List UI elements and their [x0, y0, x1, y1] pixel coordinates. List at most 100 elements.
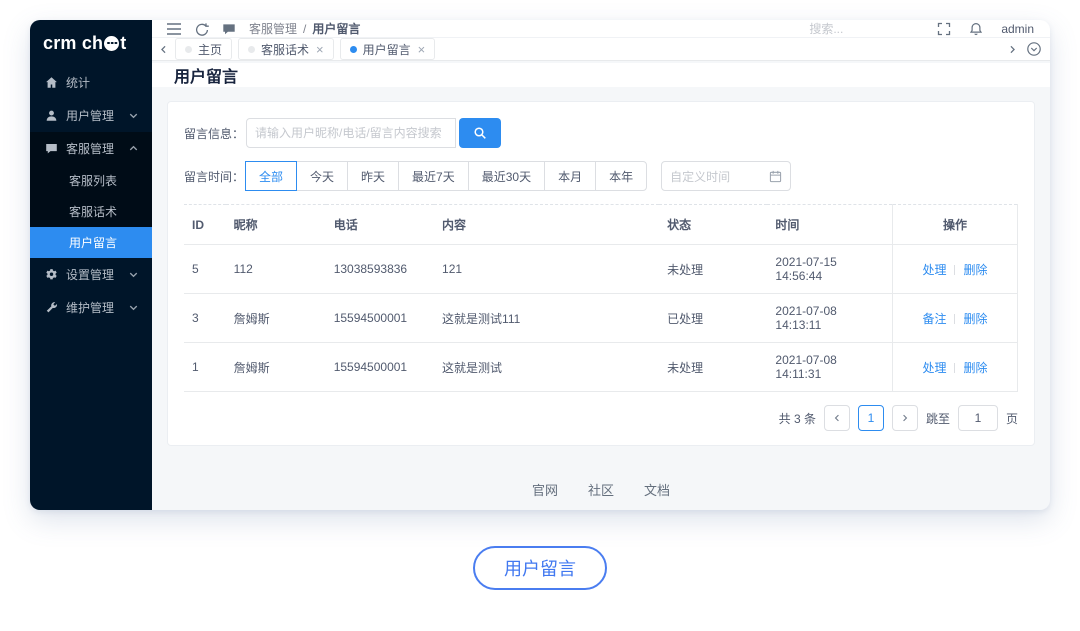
user-menu[interactable]: admin — [1001, 22, 1034, 36]
tab-dot — [349, 45, 357, 53]
chevron-down-icon — [129, 305, 138, 311]
copyright-text: Copyright © 2020 西安众邦网络科技有限公司 | CRM-CHAT… — [167, 508, 1035, 510]
sidebar-item-maintenance[interactable]: 维护管理 — [30, 291, 152, 324]
prev-page-button[interactable] — [823, 405, 850, 431]
col-id: ID — [184, 204, 226, 245]
cell-nickname: 詹姆斯 — [225, 342, 326, 392]
message-search-input[interactable] — [246, 118, 456, 148]
sidebar-item-service-list[interactable]: 客服列表 — [30, 165, 152, 196]
jump-page-input[interactable] — [957, 405, 998, 431]
bell-icon[interactable] — [969, 22, 983, 36]
time-filter-button[interactable]: 本月 — [544, 161, 597, 191]
sidebar-item-service-scripts[interactable]: 客服话术 — [30, 196, 152, 227]
close-icon[interactable]: × — [418, 43, 426, 56]
tab-user-messages[interactable]: 用户留言 × — [339, 38, 436, 60]
cell-status: 未处理 — [659, 342, 768, 392]
breadcrumb-parent[interactable]: 客服管理 — [249, 20, 297, 37]
page-number-button[interactable]: 1 — [857, 405, 884, 431]
tags-bar-right — [1007, 41, 1042, 57]
tab-label: 客服话术 — [261, 42, 310, 57]
wrench-icon — [46, 302, 57, 313]
sidebar-item-label: 设置管理 — [66, 268, 115, 282]
message-filter-row: 留言信息： — [184, 118, 1018, 148]
chat-bubble-icon — [104, 35, 120, 51]
tab-dot — [185, 45, 192, 53]
time-filter-button[interactable]: 最近30天 — [467, 161, 546, 191]
screenshot-stage: crm ch t 统计 用户管理 客服管理 客服列表 客服话术 用户留言 设置管… — [0, 0, 1080, 631]
col-nickname: 昵称 — [225, 204, 326, 245]
cell-status: 已处理 — [659, 293, 768, 343]
cell-id: 1 — [184, 342, 226, 392]
footer-link[interactable]: 官网 — [532, 483, 558, 498]
tags-scroll-right-icon[interactable] — [1007, 44, 1018, 55]
cell-id: 5 — [184, 244, 226, 294]
messages-table: ID 昵称 电话 内容 状态 时间 操作 5 112 13038593836 1… — [184, 204, 1019, 392]
user-icon — [46, 110, 57, 121]
cell-time: 2021-07-08 14:11:31 — [767, 342, 893, 392]
time-filter-button[interactable]: 今天 — [296, 161, 349, 191]
sidebar: crm ch t 统计 用户管理 客服管理 客服列表 客服话术 用户留言 设置管… — [30, 20, 152, 510]
global-search-input[interactable] — [809, 21, 920, 36]
tags-options-icon[interactable] — [1026, 41, 1042, 57]
tab-service-scripts[interactable]: 客服话术 × — [238, 38, 334, 60]
cell-nickname: 詹姆斯 — [225, 293, 326, 343]
tab-home[interactable]: 主页 — [175, 38, 233, 60]
cell-time: 2021-07-15 14:56:44 — [767, 244, 893, 294]
sidebar-item-stats[interactable]: 统计 — [30, 66, 152, 99]
sidebar-menu: 统计 用户管理 客服管理 客服列表 客服话术 用户留言 设置管理 维护管理 — [30, 66, 152, 324]
chevron-up-icon — [129, 145, 138, 151]
fullscreen-icon[interactable] — [937, 22, 951, 36]
sidebar-item-label: 用户管理 — [66, 109, 115, 123]
breadcrumb: 客服管理 / 用户留言 — [249, 20, 360, 37]
app-window: crm ch t 统计 用户管理 客服管理 客服列表 客服话术 用户留言 设置管… — [30, 20, 1050, 510]
time-filter-button[interactable]: 本年 — [595, 161, 648, 191]
collapse-menu-icon[interactable] — [166, 22, 182, 36]
jump-label: 跳至 — [925, 411, 950, 426]
close-icon[interactable]: × — [316, 43, 324, 56]
message-icon[interactable] — [222, 22, 236, 36]
delete-link[interactable]: 删除 — [963, 361, 987, 375]
search-icon — [474, 127, 486, 139]
sidebar-item-label: 客服管理 — [66, 142, 115, 156]
cell-content: 这就是测试111 — [434, 293, 660, 343]
table-row: 3 詹姆斯 15594500001 这就是测试111 已处理 2021-07-0… — [184, 293, 1019, 343]
chevron-down-icon — [129, 272, 138, 278]
sidebar-item-users[interactable]: 用户管理 — [30, 99, 152, 132]
time-filter-button[interactable]: 昨天 — [347, 161, 400, 191]
calendar-icon — [770, 170, 782, 182]
pagination: 共 3 条 1 跳至 页 — [184, 405, 1018, 431]
table-row: 1 詹姆斯 15594500001 这就是测试 未处理 2021-07-08 1… — [184, 342, 1019, 392]
col-actions: 操作 — [891, 204, 1019, 245]
pagination-total: 共 3 条 — [778, 411, 816, 426]
tab-label: 主页 — [198, 42, 223, 57]
footer-link[interactable]: 文档 — [644, 483, 670, 498]
home-icon — [46, 77, 57, 88]
footer-link[interactable]: 社区 — [588, 483, 614, 498]
refresh-icon[interactable] — [195, 22, 209, 36]
custom-time-picker[interactable]: 自定义时间 — [661, 161, 792, 191]
table-row: 5 112 13038593836 121 未处理 2021-07-15 14:… — [184, 244, 1019, 294]
sidebar-item-label: 维护管理 — [66, 301, 115, 315]
table-header-row: ID 昵称 电话 内容 状态 时间 操作 — [184, 204, 1019, 245]
main-area: 客服管理 / 用户留言 admin — [152, 20, 1050, 510]
sidebar-item-service[interactable]: 客服管理 — [30, 132, 152, 165]
col-time: 时间 — [767, 204, 893, 245]
time-filter-button[interactable]: 最近7天 — [398, 161, 469, 191]
delete-link[interactable]: 删除 — [963, 263, 987, 277]
sidebar-item-settings[interactable]: 设置管理 — [30, 258, 152, 291]
col-content: 内容 — [434, 204, 660, 245]
sidebar-item-user-messages[interactable]: 用户留言 — [30, 227, 152, 258]
primary-action-link[interactable]: 处理 — [922, 263, 946, 277]
cell-phone: 13038593836 — [325, 244, 435, 294]
primary-action-link[interactable]: 处理 — [922, 361, 946, 375]
next-page-button[interactable] — [891, 405, 918, 431]
cell-actions: 处理 删除 — [891, 342, 1019, 392]
sidebar-item-label: 客服列表 — [69, 174, 118, 188]
delete-link[interactable]: 删除 — [963, 312, 987, 326]
tags-scroll-left-icon[interactable] — [158, 44, 169, 55]
time-filter-button[interactable]: 全部 — [245, 161, 298, 191]
cell-id: 3 — [184, 293, 226, 343]
primary-action-link[interactable]: 备注 — [922, 312, 946, 326]
search-button[interactable] — [459, 118, 501, 148]
footer-links: 官网 社区 文档 — [167, 480, 1035, 499]
